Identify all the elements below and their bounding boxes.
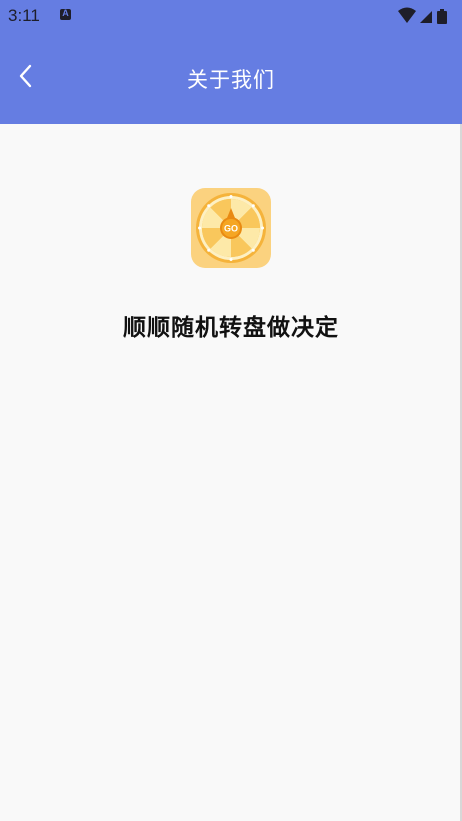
app-bar: 关于我们 <box>0 32 462 124</box>
status-icons <box>398 7 447 24</box>
app-logo: GO <box>191 188 271 268</box>
logo-text: GO <box>224 224 238 234</box>
status-bar: 3:11 A <box>0 0 462 32</box>
battery-icon <box>437 9 447 24</box>
prize-wheel-icon: GO <box>191 188 271 268</box>
page-title: 关于我们 <box>187 68 275 92</box>
status-time: 3:11 <box>8 6 40 25</box>
wifi-icon <box>398 7 416 23</box>
app-name: 顺顺随机转盘做决定 <box>123 315 339 341</box>
a-notification-icon: A <box>60 8 71 20</box>
about-content: GO 顺顺随机转盘做决定 <box>0 124 462 821</box>
signal-icon <box>420 11 432 23</box>
